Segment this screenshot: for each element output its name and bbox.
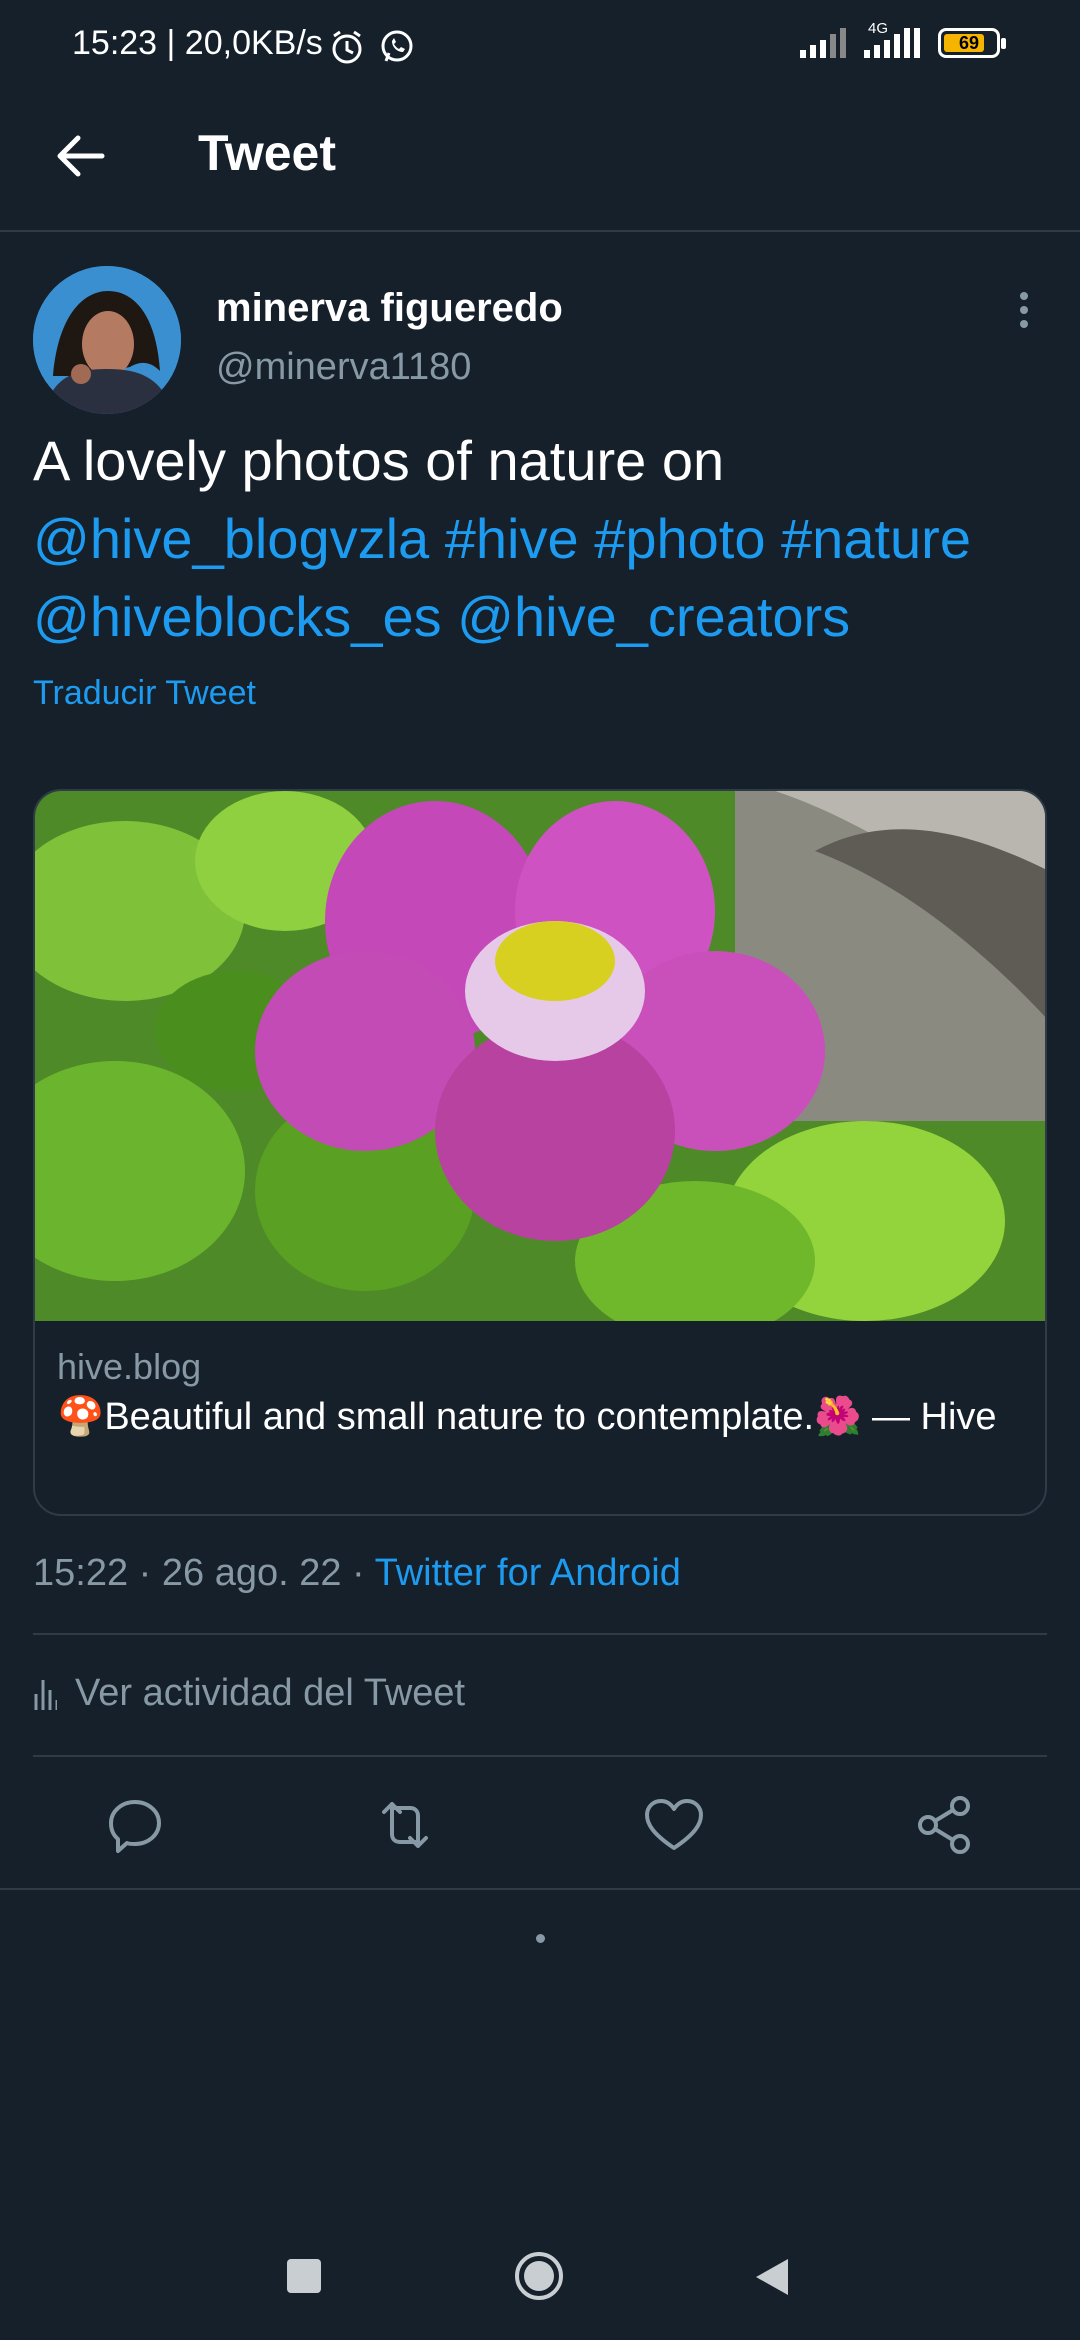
back-button[interactable] [52,128,108,184]
header-divider [0,230,1080,232]
network-type: 4G [868,20,889,37]
home-button[interactable] [513,2250,565,2302]
mention-link[interactable]: @hive_blogvzla [33,507,429,570]
retweet-button[interactable] [370,1790,440,1860]
divider [0,1888,1080,1890]
view-activity-label: Ver actividad del Tweet [75,1672,466,1714]
page-indicator [536,1934,545,1943]
tweet-source-link[interactable]: Twitter for Android [375,1552,681,1594]
nav-back-button[interactable] [752,2255,792,2299]
reply-icon [109,1800,161,1853]
battery-level: 69 [958,33,980,53]
divider [33,1755,1047,1757]
card-meta: hive.blog 🍄Beautiful and small nature to… [57,1346,1017,1444]
tweet-time: 15:22 [33,1552,129,1594]
share-button[interactable] [910,1790,980,1860]
reply-button[interactable] [100,1790,170,1860]
triangle-back-icon [756,2259,788,2295]
retweet-icon [382,1802,428,1848]
arrow-left-icon [57,135,105,177]
page-title: Tweet [198,125,336,181]
status-icons: 4G 69 [800,20,1006,58]
link-card[interactable]: hive.blog 🍄Beautiful and small nature to… [33,789,1047,1516]
more-options-button[interactable] [1012,290,1036,330]
mention-link[interactable]: @hiveblocks_es [33,585,442,648]
home-circle-icon [515,2252,563,2300]
like-icon [645,1799,703,1850]
tweet-actions [0,1790,1080,1880]
status-time: 15:23 | 20,0KB/s [72,24,323,62]
more-vertical-icon [1020,292,1028,328]
alarm-icon [328,28,366,71]
hashtag-link[interactable]: #nature [781,507,971,570]
card-domain: hive.blog [57,1346,202,1387]
author-name[interactable]: minerva figueredo [216,286,563,331]
tweet-text-plain: A lovely photos of nature on [33,429,725,492]
like-button[interactable] [639,1790,709,1860]
translate-link[interactable]: Traducir Tweet [33,674,256,713]
signal-icon [800,28,846,58]
battery-icon: 69 [938,28,1006,58]
tweet-text: A lovely photos of nature on @hive_blogv… [33,422,1048,656]
signal-4g-icon: 4G [864,20,920,58]
analytics-icon [34,1679,57,1710]
view-activity-button[interactable]: Ver actividad del Tweet [33,1672,465,1715]
tweet-date: 26 ago. 22 [161,1552,342,1594]
card-title: 🍄Beautiful and small nature to contempla… [57,1396,997,1438]
avatar[interactable] [33,266,181,414]
mention-link[interactable]: @hive_creators [457,585,850,648]
hashtag-link[interactable]: #photo [594,507,765,570]
recents-button[interactable] [287,2259,321,2293]
author-handle[interactable]: @minerva1180 [216,346,471,389]
divider [33,1633,1047,1635]
tweet-timestamp: 15:22 · 26 ago. 22 · Twitter for Android [33,1552,681,1594]
whatsapp-icon [378,28,416,71]
share-icon [918,1796,970,1854]
hashtag-link[interactable]: #hive [445,507,579,570]
card-image [35,791,1045,1321]
